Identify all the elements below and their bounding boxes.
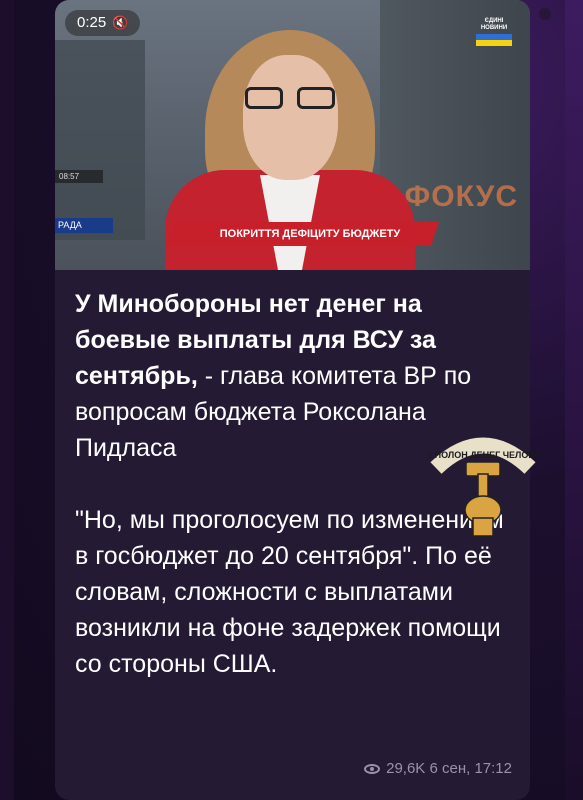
rada-label: РАДА bbox=[55, 218, 113, 233]
logo-text: НЕ ПОЛОН ДЕНЕГ ЧЕЛОВЕК bbox=[428, 450, 538, 460]
post-meta: 29,6K 6 сен, 17:12 bbox=[364, 760, 512, 777]
left-edge bbox=[0, 0, 14, 800]
channel-logo: ЄДИНІ НОВИНИ bbox=[476, 18, 512, 46]
message-card: 0:25 🔇 ЄДИНІ НОВИНИ ФОКУС 08:57 РАДА ПОКР… bbox=[55, 0, 530, 800]
decorative-dot bbox=[539, 8, 551, 20]
hammer-fist-logo: НЕ ПОЛОН ДЕНЕГ ЧЕЛОВЕК bbox=[428, 437, 538, 537]
broadcast-clock: 08:57 bbox=[55, 170, 103, 183]
video-background-left bbox=[55, 40, 145, 240]
speaker-muted-icon[interactable]: 🔇 bbox=[112, 15, 128, 30]
speaker-face bbox=[243, 55, 338, 180]
focus-logo: ФОКУС bbox=[404, 180, 518, 213]
view-count: 29,6K bbox=[386, 760, 426, 777]
video-timer[interactable]: 0:25 🔇 bbox=[65, 10, 141, 36]
ukraine-flag-icon bbox=[476, 34, 512, 46]
post-date: 6 сен, 17:12 bbox=[429, 760, 512, 777]
elapsed-time: 0:25 bbox=[77, 14, 107, 31]
video-player[interactable]: 0:25 🔇 ЄДИНІ НОВИНИ ФОКУС 08:57 РАДА ПОКР… bbox=[55, 0, 530, 270]
lower-third-text: ПОКРИТТЯ ДЕФІЦИТУ БЮДЖЕТУ bbox=[219, 228, 401, 240]
eye-icon bbox=[364, 764, 381, 774]
right-edge bbox=[565, 0, 583, 800]
channel-logo-text: ЄДИНІ НОВИНИ bbox=[480, 18, 508, 31]
glasses-icon bbox=[245, 87, 335, 111]
